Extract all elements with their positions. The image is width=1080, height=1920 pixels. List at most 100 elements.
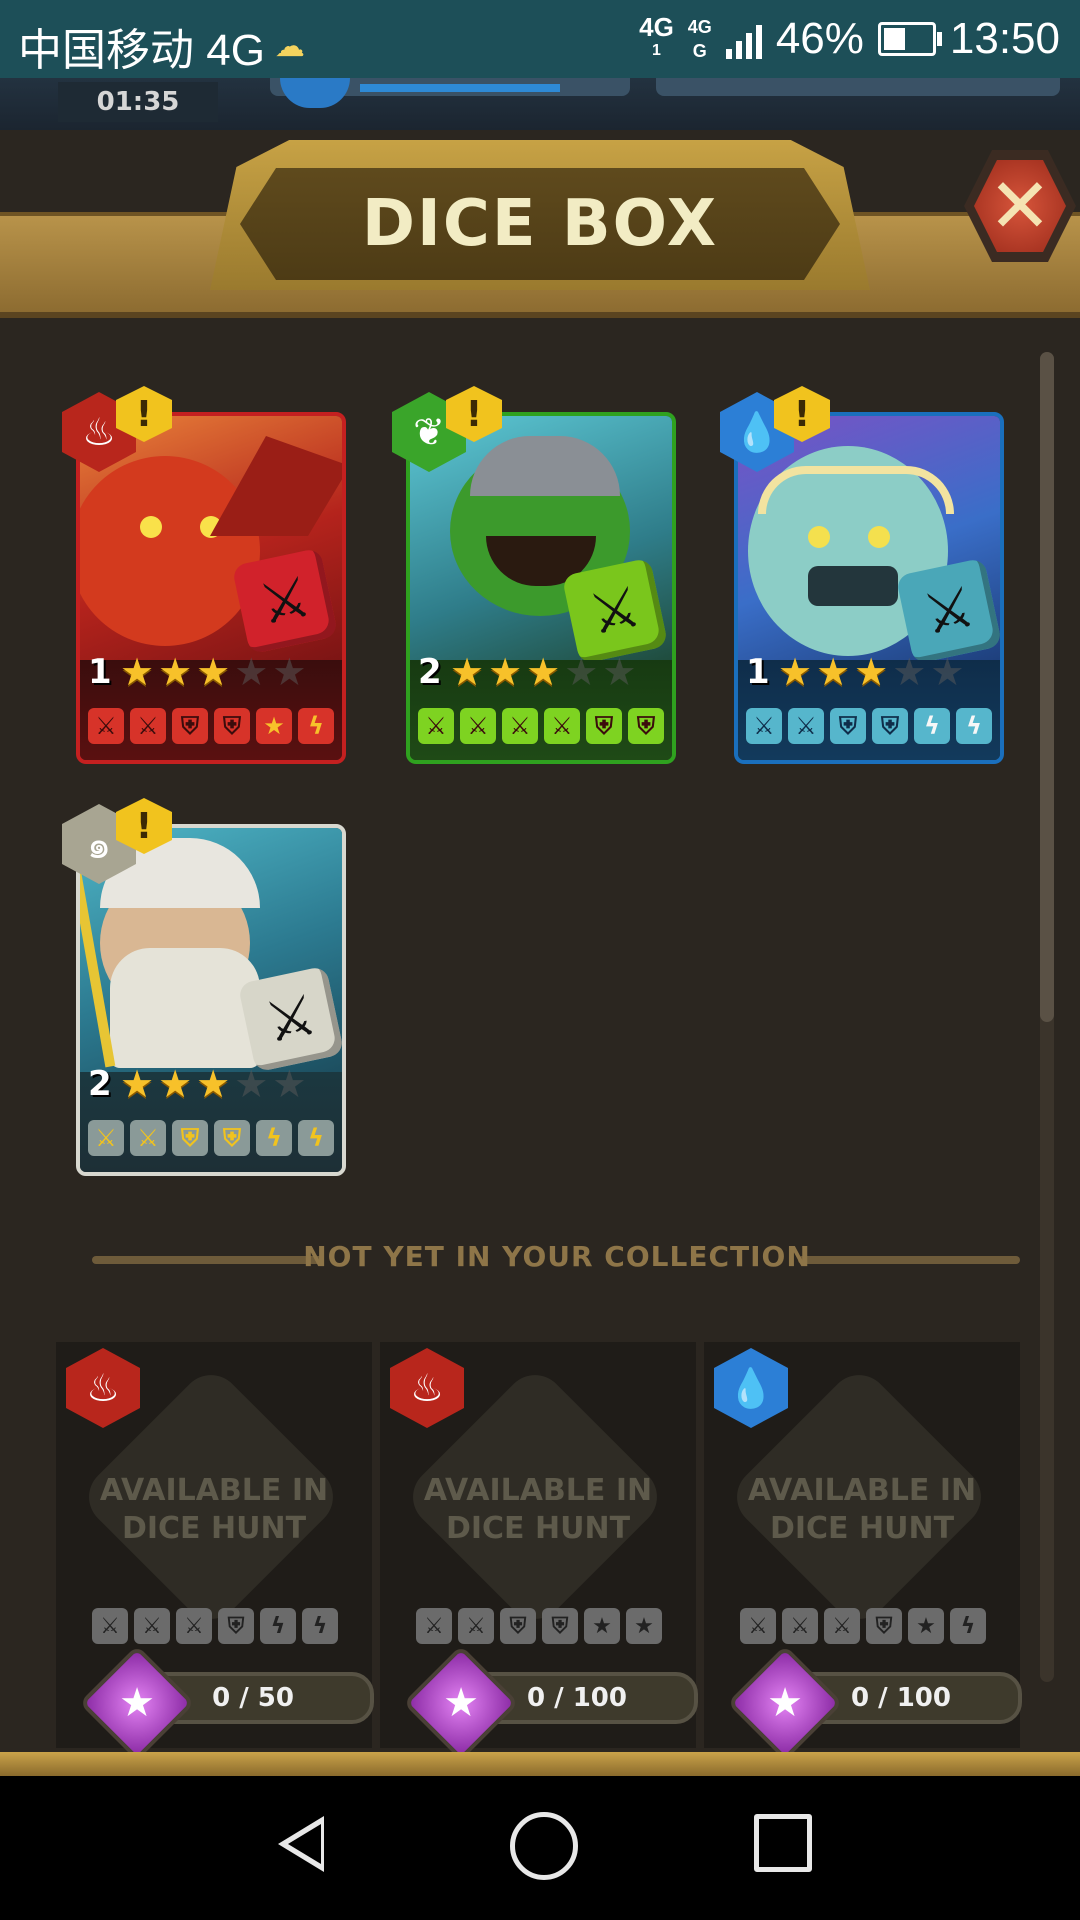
availability-text: AVAILABLE IN DICE HUNT — [99, 1473, 329, 1546]
face-lightning-icon: ϟ — [302, 1608, 338, 1644]
face-sword-icon: ⚔ — [740, 1608, 776, 1644]
page-title: DICE BOX — [361, 187, 719, 261]
face-lightning-icon: ϟ — [298, 708, 334, 744]
dice-level: 1 — [88, 652, 112, 692]
face-star-icon: ★ — [908, 1608, 944, 1644]
sword-die-icon: ⚔ — [231, 547, 339, 655]
face-sword-icon: ⚔ — [824, 1608, 860, 1644]
star-icon: ★ — [158, 650, 193, 694]
carrier-label: 中国移动 4G — [18, 26, 265, 75]
star-icon: ★ — [158, 1062, 193, 1106]
face-sword-icon: ⚔ — [88, 1120, 124, 1156]
face-star-icon: ★ — [626, 1608, 662, 1644]
star-icon: ★ — [119, 1680, 155, 1726]
face-shield-icon: ⛨ — [866, 1608, 902, 1644]
dice-level: 1 — [746, 652, 770, 692]
star-rating: ★ ★ ★ ★ ★ — [120, 652, 306, 692]
shard-progress: 0 / 100 ★ — [727, 1645, 1034, 1761]
star-icon: ★ — [892, 650, 927, 694]
availability-text: AVAILABLE IN DICE HUNT — [747, 1473, 977, 1546]
face-shield-icon: ⛨ — [172, 708, 208, 744]
status-bar: 中国移动 4G ☁ 4G 1 4G G 46% 13:50 — [0, 0, 1080, 78]
shard-progress: 0 / 100 ★ — [403, 1645, 710, 1761]
android-nav-bar — [0, 1776, 1080, 1920]
face-sword-icon: ⚔ — [176, 1608, 212, 1644]
shard-progress: 0 / 50 ★ — [79, 1645, 386, 1761]
dice-faces: ⚔ ⚔ ⛨ ⛨ ★ ϟ — [88, 708, 334, 744]
dice-card-fire[interactable]: ⚔ 1 ★ ★ ★ ★ ★ ⚔ ⚔ ⛨ ⛨ ★ ϟ — [76, 412, 346, 764]
face-star-icon: ★ — [584, 1608, 620, 1644]
star-icon: ★ — [816, 650, 851, 694]
battery-percent: 46% — [775, 14, 864, 63]
star-icon: ★ — [196, 1062, 231, 1106]
scrollbar[interactable] — [1040, 352, 1054, 1682]
face-shield-icon: ⛨ — [172, 1120, 208, 1156]
face-lightning-icon: ϟ — [956, 708, 992, 744]
face-lightning-icon: ϟ — [260, 1608, 296, 1644]
dice-card-air[interactable]: ⚔ 2 ★ ★ ★ ★ ★ ⚔ ⚔ ⛨ ⛨ ϟ ϟ — [76, 824, 346, 1176]
face-shield-icon: ⛨ — [214, 708, 250, 744]
dragon-art — [80, 456, 260, 646]
face-sword-icon: ⚔ — [416, 1608, 452, 1644]
face-shield-icon: ⛨ — [872, 708, 908, 744]
star-icon: ★ — [602, 650, 637, 694]
recents-icon[interactable] — [754, 1814, 812, 1872]
star-icon: ★ — [120, 650, 155, 694]
star-icon: ★ — [526, 650, 561, 694]
scroll-thumb[interactable] — [1040, 352, 1054, 1022]
face-lightning-icon: ϟ — [950, 1608, 986, 1644]
face-shield-icon: ⛨ — [500, 1608, 536, 1644]
star-icon: ★ — [120, 1062, 155, 1106]
face-sword-icon: ⚔ — [88, 708, 124, 744]
star-rating: ★ ★ ★ ★ ★ — [778, 652, 964, 692]
hud-timer: 01:35 — [58, 82, 218, 122]
home-icon[interactable] — [510, 1812, 578, 1880]
sword-die-icon: ⚔ — [895, 557, 1000, 665]
dice-faces: ⚔ ⚔ ⛨ ⛨ ★ ★ — [416, 1608, 662, 1644]
star-icon: ★ — [272, 1062, 307, 1106]
cloud-sun-icon: ☁ — [274, 29, 305, 63]
face-shield-icon: ⛨ — [830, 708, 866, 744]
face-star-icon: ★ — [256, 708, 292, 744]
star-rating: ★ ★ ★ ★ ★ — [450, 652, 636, 692]
star-icon: ★ — [778, 650, 813, 694]
signal-icon — [725, 19, 762, 59]
face-sword-icon: ⚔ — [130, 708, 166, 744]
star-icon: ★ — [450, 650, 485, 694]
dice-faces: ⚔ ⚔ ⚔ ⚔ ⛨ ⛨ — [418, 708, 664, 744]
star-icon: ★ — [272, 650, 307, 694]
game-hud: 01:35 — [0, 78, 1080, 130]
star-icon: ★ — [196, 650, 231, 694]
dice-level: 2 — [88, 1064, 112, 1104]
battery-icon — [877, 22, 942, 56]
dice-faces: ⚔ ⚔ ⛨ ⛨ ϟ ϟ — [746, 708, 992, 744]
face-sword-icon: ⚔ — [788, 708, 824, 744]
face-sword-icon: ⚔ — [502, 708, 538, 744]
footer-plank — [0, 1752, 1080, 1776]
dice-faces: ⚔ ⚔ ⛨ ⛨ ϟ ϟ — [88, 1120, 334, 1156]
star-icon: ★ — [767, 1680, 803, 1726]
face-sword-icon: ⚔ — [130, 1120, 166, 1156]
dice-card-nature[interactable]: ⚔ 2 ★ ★ ★ ★ ★ ⚔ ⚔ ⚔ ⚔ ⛨ ⛨ — [406, 412, 676, 764]
face-sword-icon: ⚔ — [782, 1608, 818, 1644]
star-icon: ★ — [564, 650, 599, 694]
network-type-2: 4G G — [687, 17, 712, 61]
star-icon: ★ — [443, 1680, 479, 1726]
hud-gem-icon — [280, 78, 350, 108]
availability-text: AVAILABLE IN DICE HUNT — [423, 1473, 653, 1546]
star-icon: ★ — [854, 650, 889, 694]
face-lightning-icon: ϟ — [256, 1120, 292, 1156]
face-sword-icon: ⚔ — [460, 708, 496, 744]
face-sword-icon: ⚔ — [418, 708, 454, 744]
face-sword-icon: ⚔ — [746, 708, 782, 744]
clock: 13:50 — [949, 14, 1060, 63]
dice-card-water[interactable]: ⚔ 1 ★ ★ ★ ★ ★ ⚔ ⚔ ⛨ ⛨ ϟ ϟ — [734, 412, 1004, 764]
face-sword-icon: ⚔ — [92, 1608, 128, 1644]
face-lightning-icon: ϟ — [914, 708, 950, 744]
dice-faces: ⚔ ⚔ ⚔ ⛨ ϟ ϟ — [92, 1608, 338, 1644]
face-shield-icon: ⛨ — [628, 708, 664, 744]
star-icon: ★ — [234, 650, 269, 694]
face-sword-icon: ⚔ — [134, 1608, 170, 1644]
dice-faces: ⚔ ⚔ ⚔ ⛨ ★ ϟ — [740, 1608, 986, 1644]
star-icon: ★ — [930, 650, 965, 694]
